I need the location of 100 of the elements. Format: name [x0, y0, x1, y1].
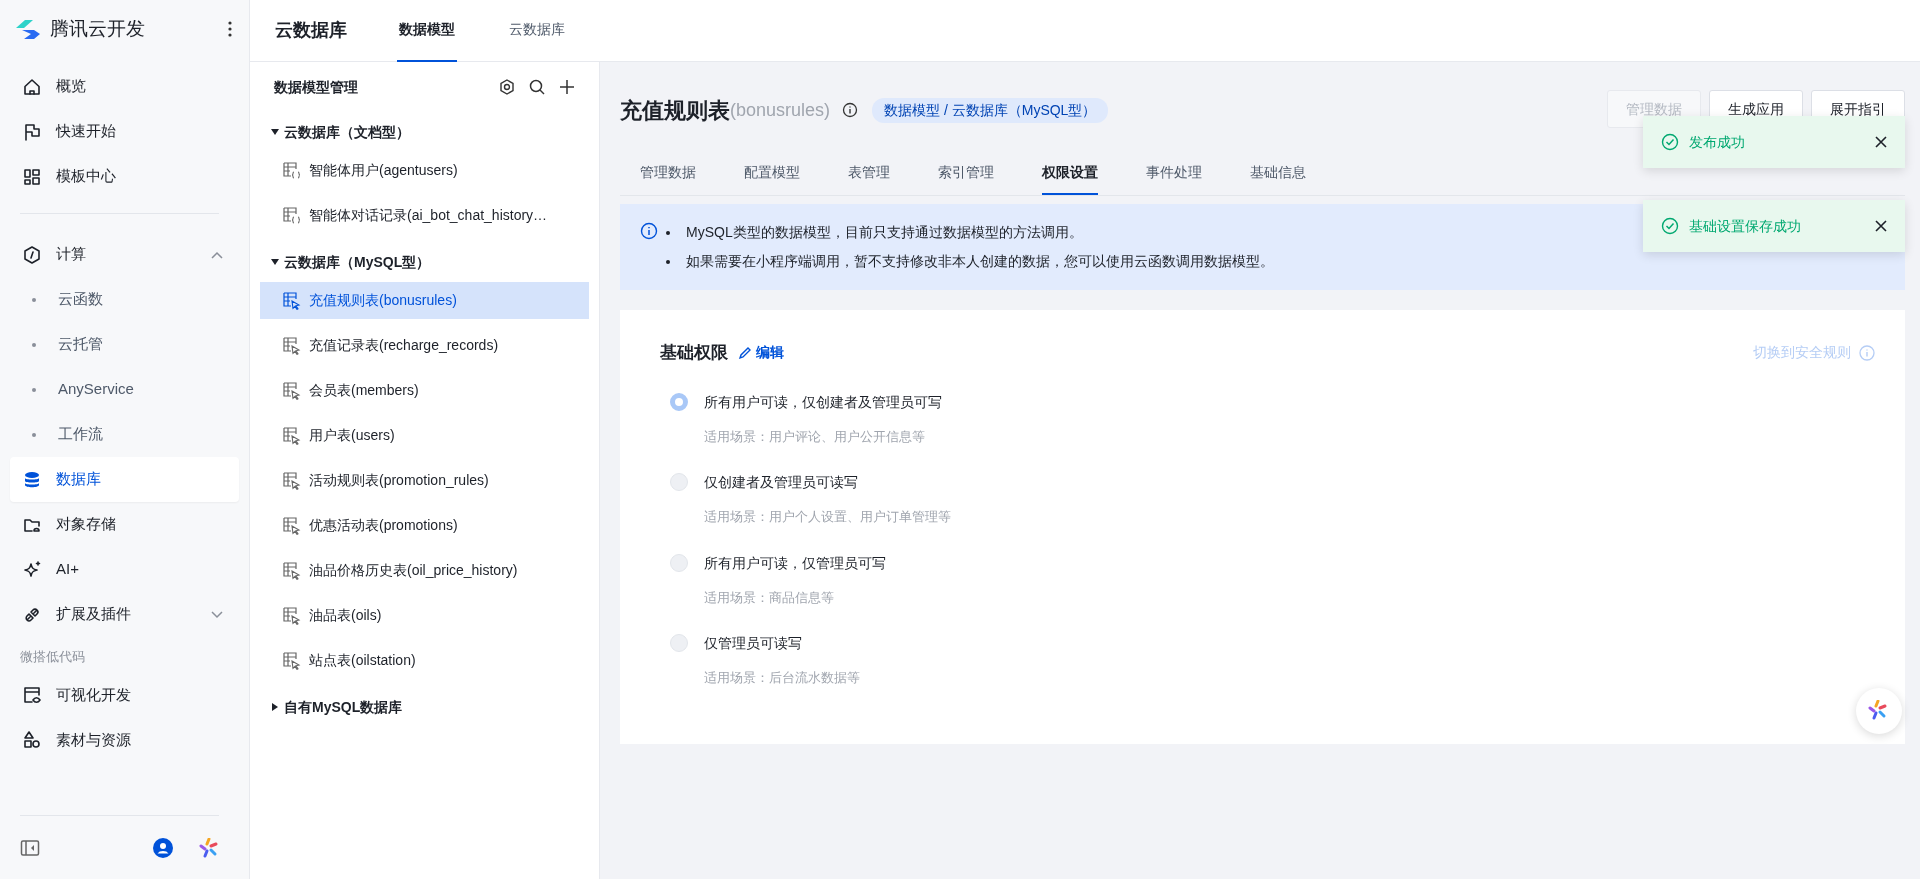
tree-item[interactable]: 油品表(oils) [260, 597, 589, 634]
logo-icon [14, 18, 42, 40]
sidebar-item[interactable]: 对象存储 [10, 502, 239, 547]
tree-item[interactable]: 油品价格历史表(oil_price_history) [260, 552, 589, 589]
notice-text: MySQL类型的数据模型，目前只支持通过数据模型的方法调用。 [686, 223, 1083, 242]
radio-button[interactable] [670, 473, 688, 491]
bullet-icon [32, 387, 36, 392]
toast-message: 基础设置保存成功 [1689, 216, 1802, 236]
tree-group[interactable]: 自有MySQL数据库 [260, 687, 589, 727]
brand-name: 腾讯云开发 [50, 16, 146, 41]
tab[interactable]: 事件处理 [1146, 152, 1202, 195]
grid-icon [22, 166, 42, 187]
tree-item[interactable]: 智能体对话记录(ai_bot_chat_history… [260, 197, 589, 234]
caret-right-icon [270, 702, 280, 712]
table-icon [282, 336, 301, 355]
sidebar-item[interactable]: 素材与资源 [10, 717, 239, 763]
user-avatar-icon[interactable] [153, 837, 173, 858]
caret-down-icon [270, 127, 280, 137]
radio-button[interactable] [670, 634, 688, 652]
table-icon [282, 516, 301, 535]
check-circle-icon [1661, 217, 1679, 235]
info-icon [1859, 344, 1875, 361]
tree-group[interactable]: 云数据库（MySQL型） [260, 242, 589, 282]
tab[interactable]: 管理数据 [640, 152, 696, 195]
option-description: 适用场景：后台流水数据等 [704, 669, 860, 687]
sidebar-subitem[interactable]: 工作流 [10, 412, 239, 457]
document-table-icon [282, 161, 301, 180]
check-circle-icon [1661, 133, 1679, 151]
table-icon [282, 561, 301, 580]
tree-group[interactable]: 云数据库（文档型） [260, 112, 589, 152]
sidebar-item[interactable]: 扩展及插件 [10, 592, 239, 637]
model-name: (bonusrules) [730, 98, 831, 120]
tree-item[interactable]: 充值记录表(recharge_records) [260, 327, 589, 364]
collapse-sidebar-icon[interactable] [20, 838, 40, 857]
sidebar-item[interactable]: 快速开始 [10, 109, 239, 154]
model-type-tag: 数据模型 / 云数据库（MySQL型） [872, 97, 1109, 123]
search-icon[interactable] [529, 79, 545, 95]
close-icon[interactable] [1875, 220, 1887, 232]
tab[interactable]: 基础信息 [1250, 152, 1306, 195]
window-eye-icon [22, 685, 42, 705]
settings-icon[interactable] [499, 79, 515, 95]
option-label: 仅管理员可读写 [704, 634, 803, 653]
tab[interactable]: 表管理 [848, 152, 890, 195]
more-icon[interactable] [227, 20, 233, 38]
tree-item[interactable]: 用户表(users) [260, 417, 589, 454]
tab[interactable]: 权限设置 [1042, 152, 1098, 195]
edit-link[interactable]: 编辑 [738, 342, 784, 364]
notice-text: 如果需要在小程序端调用，暂不支持修改非本人创建的数据，您可以使用云函数调用数据模型。 [686, 252, 1274, 271]
option-description: 适用场景：用户个人设置、用户订单管理等 [704, 508, 951, 526]
sidebar-item[interactable]: 计算 [10, 232, 239, 277]
tab[interactable]: 索引管理 [938, 152, 994, 195]
option-label: 所有用户可读，仅创建者及管理员可写 [704, 392, 942, 412]
tree-item[interactable]: 优惠活动表(promotions) [260, 507, 589, 544]
tree-item[interactable]: 智能体用户(agentusers) [260, 152, 589, 189]
tree-item[interactable]: 活动规则表(promotion_rules) [260, 462, 589, 499]
page-title: 云数据库 [274, 19, 348, 42]
section-label: 微搭低代码 [19, 648, 86, 666]
assistant-logo-icon[interactable] [199, 837, 219, 858]
table-icon [282, 426, 301, 445]
sidebar-subitem[interactable]: AnyService [10, 367, 239, 412]
sidebar-subitem[interactable]: 云函数 [10, 277, 239, 322]
table-icon [282, 606, 301, 625]
option-label: 所有用户可读，仅管理员可写 [704, 553, 886, 573]
shapes-icon [22, 730, 42, 750]
option-description: 适用场景：用户评论、用户公开信息等 [704, 427, 926, 446]
tab[interactable]: 配置模型 [744, 152, 800, 195]
info-icon [842, 102, 859, 118]
tree-item[interactable]: 会员表(members) [260, 372, 589, 409]
pencil-icon [738, 345, 752, 360]
sparkle-icon [22, 559, 42, 580]
sidebar-subitem[interactable]: 云托管 [10, 322, 239, 367]
tab[interactable]: 云数据库 [507, 0, 567, 62]
radio-button[interactable] [670, 553, 688, 572]
caret-down-icon [270, 257, 280, 267]
sidebar-item[interactable]: 可视化开发 [10, 672, 239, 718]
bullet-icon [32, 432, 36, 437]
hexagon-icon [22, 244, 42, 265]
bullet-icon [666, 230, 670, 235]
tree-item[interactable]: 充值规则表(bonusrules) [260, 282, 589, 319]
section-title: 基础权限 [660, 342, 728, 364]
close-icon[interactable] [1875, 136, 1887, 148]
sidebar-item[interactable]: 数据库 [10, 457, 239, 502]
table-icon [282, 381, 301, 400]
toast-message: 发布成功 [1689, 132, 1746, 152]
sidebar-item[interactable]: AI+ [10, 547, 239, 592]
table-icon [282, 291, 301, 310]
info-icon [640, 222, 658, 240]
radio-button[interactable] [670, 392, 688, 411]
sidebar-item[interactable]: 概览 [10, 64, 239, 109]
panel-title: 数据模型管理 [274, 77, 359, 97]
sidebar-item[interactable]: 模板中心 [10, 154, 239, 199]
flag-icon [22, 121, 42, 142]
table-icon [282, 471, 301, 490]
add-icon[interactable] [559, 79, 575, 95]
database-icon [22, 469, 42, 490]
table-icon [282, 651, 301, 670]
tree-item[interactable]: 站点表(oilstation) [260, 642, 589, 679]
option-label: 仅创建者及管理员可读写 [704, 473, 859, 492]
bullet-icon [32, 297, 36, 302]
option-description: 适用场景：商品信息等 [704, 588, 835, 607]
